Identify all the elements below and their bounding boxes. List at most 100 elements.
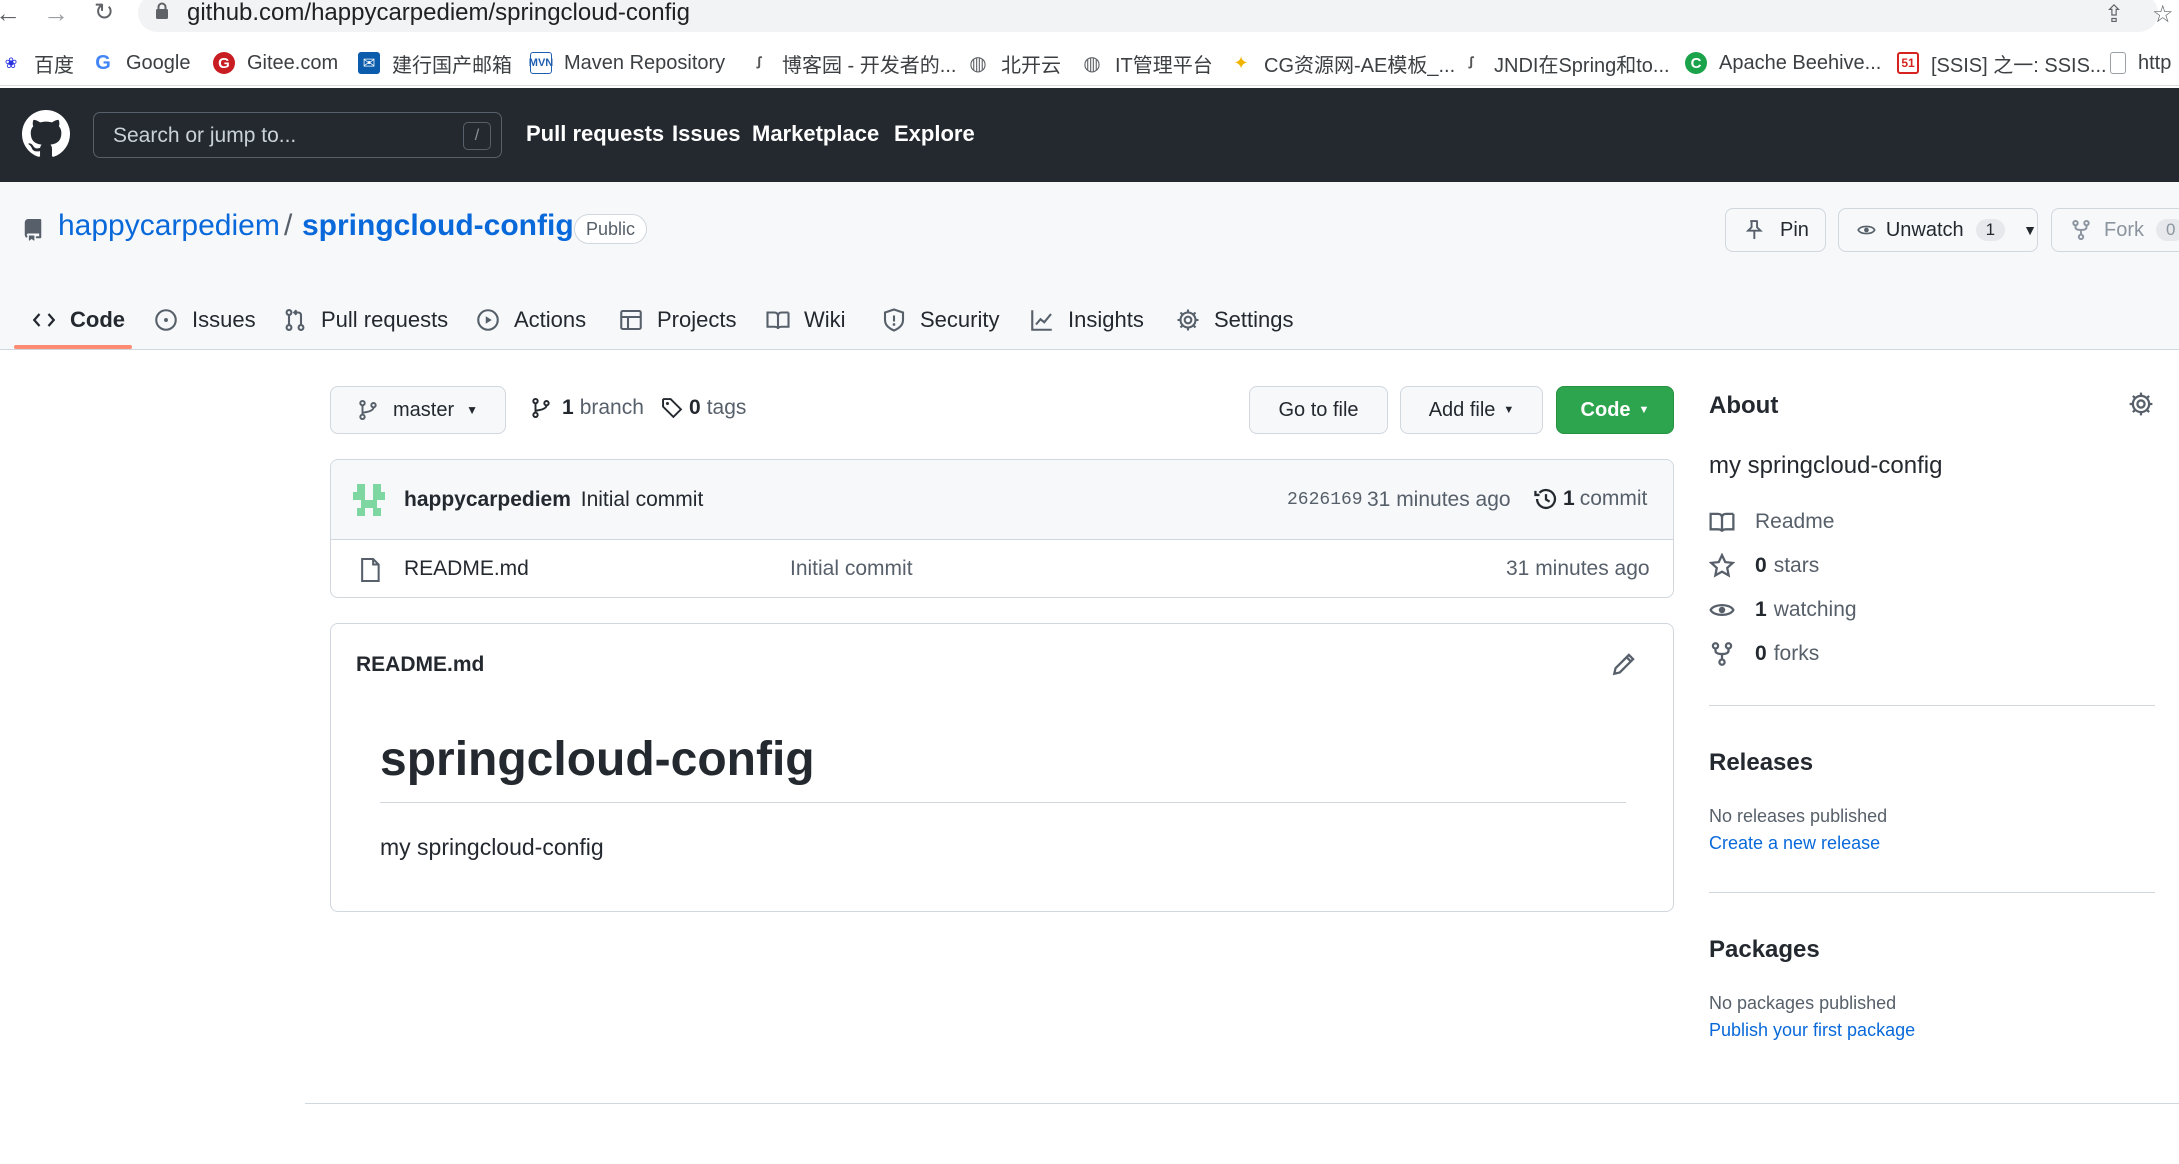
pin-label: Pin bbox=[1780, 218, 1809, 241]
file-commit-time: 31 minutes ago bbox=[1506, 557, 1650, 580]
about-heading: About bbox=[1709, 392, 1779, 419]
branch-icon bbox=[532, 397, 550, 419]
bookmark-label: 北开云 bbox=[1001, 54, 1061, 77]
fork-count: 0 bbox=[2156, 219, 2179, 241]
cnblogs-icon: ꭍ bbox=[756, 55, 762, 72]
bookmark-item[interactable]: G Google bbox=[92, 48, 190, 78]
file-commit-message[interactable]: Initial commit bbox=[790, 557, 913, 581]
tab-projects[interactable]: Projects bbox=[619, 290, 736, 350]
bookmark-star-icon[interactable]: ☆ bbox=[2152, 0, 2174, 29]
about-watching-link[interactable]: 1 watching bbox=[1709, 597, 1857, 623]
tab-actions[interactable]: Actions bbox=[476, 290, 586, 350]
code-button-label: Code bbox=[1580, 398, 1631, 421]
nav-issues[interactable]: Issues bbox=[672, 121, 741, 147]
search-input[interactable]: Search or jump to... / bbox=[93, 112, 502, 158]
visibility-badge: Public bbox=[574, 214, 648, 244]
tab-security[interactable]: Security bbox=[882, 290, 999, 350]
readme-box: README.md springcloud-config my springcl… bbox=[330, 623, 1674, 912]
bookmark-item[interactable]: G Gitee.com bbox=[213, 48, 338, 78]
repo-owner-link[interactable]: happycarpediem bbox=[58, 209, 280, 243]
tab-pull-requests[interactable]: Pull requests bbox=[283, 290, 448, 350]
bookmark-label: CG资源网-AE模板_... bbox=[1264, 54, 1456, 77]
fork-button[interactable]: Fork 0 bbox=[2051, 208, 2179, 252]
cg-icon: ✦ bbox=[1233, 52, 1249, 73]
branch-select-button[interactable]: master ▼ bbox=[330, 386, 506, 434]
pencil-icon[interactable] bbox=[1611, 651, 1637, 677]
bookmarks-bar: ❀ 百度 G Google G Gitee.com ✉ 建行国产邮箱 MVN Maven … bbox=[0, 42, 2179, 86]
releases-heading[interactable]: Releases bbox=[1709, 749, 1813, 777]
about-forks-link[interactable]: 0 forks bbox=[1709, 641, 1819, 667]
forward-icon[interactable]: → bbox=[42, 0, 70, 28]
stars-count: 0 bbox=[1755, 554, 1767, 577]
tab-code[interactable]: Code bbox=[32, 290, 125, 350]
tab-settings[interactable]: Settings bbox=[1176, 290, 1294, 350]
bookmark-item[interactable]: ✦ CG资源网-AE模板_... bbox=[1230, 48, 1455, 78]
create-release-link[interactable]: Create a new release bbox=[1709, 833, 1880, 854]
unwatch-button[interactable]: Unwatch 1 ▼ bbox=[1838, 208, 2038, 252]
bookmark-label: http bbox=[2138, 51, 2172, 74]
bookmark-item[interactable]: ✉ 建行国产邮箱 bbox=[358, 48, 512, 78]
book-icon bbox=[1709, 512, 1735, 532]
tab-insights[interactable]: Insights bbox=[1030, 290, 1144, 350]
bookmark-item[interactable]: C Apache Beehive... bbox=[1685, 48, 1881, 78]
back-icon[interactable]: ← bbox=[0, 0, 22, 28]
about-stars-link[interactable]: 0 stars bbox=[1709, 553, 1819, 579]
bookmark-label: 百度 bbox=[34, 54, 74, 77]
pin-button[interactable]: Pin bbox=[1725, 208, 1826, 252]
tab-wiki[interactable]: Wiki bbox=[766, 290, 846, 350]
code-button[interactable]: Code ▼ bbox=[1556, 386, 1674, 434]
bookmark-item[interactable]: MVN Maven Repository bbox=[529, 48, 725, 78]
repo-name-link[interactable]: springcloud-config bbox=[302, 209, 574, 243]
reload-icon[interactable]: ↻ bbox=[90, 0, 118, 28]
commit-message[interactable]: Initial commit bbox=[581, 488, 704, 511]
bookmark-item[interactable]: ◍ IT管理平台 bbox=[1081, 48, 1213, 78]
readme-body: my springcloud-config bbox=[380, 834, 604, 860]
commit-author[interactable]: happycarpediem bbox=[404, 488, 571, 511]
eye-icon bbox=[1857, 225, 1876, 235]
lock-icon bbox=[156, 2, 168, 19]
bookmark-item[interactable]: 51 [SSIS] 之一: SSIS... bbox=[1897, 48, 2107, 78]
bookmark-item[interactable]: http bbox=[2110, 48, 2171, 78]
add-file-button[interactable]: Add file ▼ bbox=[1400, 386, 1543, 434]
github-header: Search or jump to... / Pull requests Iss… bbox=[0, 88, 2179, 182]
share-icon[interactable]: ⇪ bbox=[2104, 0, 2124, 29]
branches-link[interactable]: 1 branch bbox=[530, 396, 644, 420]
gear-icon[interactable] bbox=[2128, 391, 2154, 417]
publish-package-link[interactable]: Publish your first package bbox=[1709, 1020, 1915, 1041]
baidu-icon: ❀ bbox=[4, 55, 18, 72]
book-icon bbox=[766, 311, 790, 330]
bookmark-item[interactable]: ◍ 北开云 bbox=[967, 48, 1061, 78]
about-readme-link[interactable]: Readme bbox=[1709, 509, 1834, 535]
url-text[interactable]: github.com/happycarpediem/springcloud-co… bbox=[187, 0, 690, 26]
bookmark-item[interactable]: ꭍ 博客园 - 开发者的... bbox=[748, 48, 956, 78]
go-to-file-label: Go to file bbox=[1278, 398, 1359, 421]
repo-header: happycarpediem / springcloud-config Publ… bbox=[0, 182, 2179, 350]
bookmark-label: IT管理平台 bbox=[1115, 54, 1213, 77]
watching-count: 1 bbox=[1755, 598, 1767, 621]
tab-label: Code bbox=[70, 307, 125, 332]
file-row[interactable]: README.md Initial commit 31 minutes ago bbox=[331, 540, 1673, 598]
nav-marketplace[interactable]: Marketplace bbox=[752, 121, 879, 147]
tab-issues[interactable]: Issues bbox=[154, 290, 256, 350]
commit-time[interactable]: 31 minutes ago bbox=[1367, 488, 1511, 512]
tags-link[interactable]: 0 tags bbox=[661, 396, 746, 420]
about-description: my springcloud-config bbox=[1709, 452, 1943, 479]
star-icon bbox=[1709, 553, 1735, 578]
commit-history-link[interactable]: 1 commit bbox=[1533, 486, 1647, 512]
nav-pull-requests[interactable]: Pull requests bbox=[526, 121, 664, 147]
bookmark-label: Apache Beehive... bbox=[1719, 51, 1882, 74]
nav-explore[interactable]: Explore bbox=[894, 121, 975, 147]
packages-heading[interactable]: Packages bbox=[1709, 936, 1820, 964]
avatar[interactable] bbox=[353, 484, 385, 516]
github-logo-icon[interactable] bbox=[22, 110, 70, 158]
tab-label: Actions bbox=[514, 307, 587, 332]
play-icon bbox=[477, 309, 499, 331]
file-name-link[interactable]: README.md bbox=[404, 557, 529, 581]
footer-divider bbox=[305, 1103, 2179, 1104]
bookmark-item[interactable]: ❀ 百度 bbox=[0, 48, 74, 78]
mvn-icon: MVN bbox=[529, 52, 553, 74]
bookmark-item[interactable]: ꭍ JNDI在Spring和to... bbox=[1460, 48, 1669, 78]
commit-sha[interactable]: 2626169 bbox=[1287, 490, 1363, 510]
go-to-file-button[interactable]: Go to file bbox=[1249, 386, 1388, 434]
graph-icon bbox=[1031, 310, 1052, 331]
